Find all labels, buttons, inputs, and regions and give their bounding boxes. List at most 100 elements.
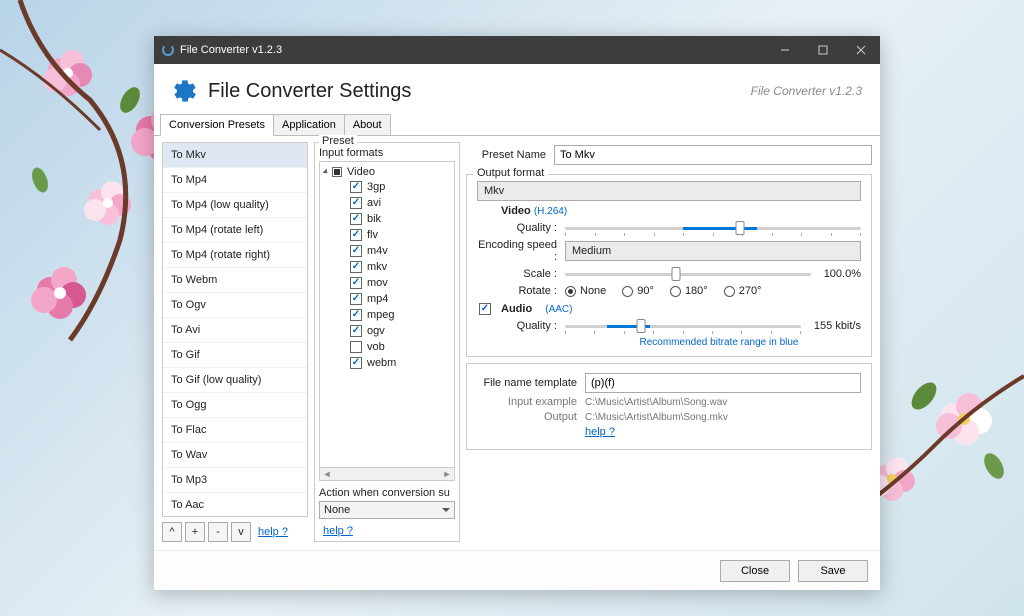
preset-legend: Preset: [319, 136, 357, 147]
content: To MkvTo Mp4To Mp4 (low quality)To Mp4 (…: [154, 136, 880, 550]
preset-item[interactable]: To Gif: [163, 343, 307, 368]
minimize-button[interactable]: [766, 36, 804, 64]
right-column: Preset Name Output format Mkv Video (H.2…: [466, 142, 872, 542]
radio-icon: [622, 286, 633, 297]
preset-list[interactable]: To MkvTo Mp4To Mp4 (low quality)To Mp4 (…: [162, 142, 308, 517]
format-item[interactable]: ogv: [322, 323, 452, 339]
version-label: File Converter v1.2.3: [751, 84, 862, 98]
preset-item[interactable]: To Wav: [163, 443, 307, 468]
preset-item[interactable]: To Avi: [163, 318, 307, 343]
maximize-button[interactable]: [804, 36, 842, 64]
preset-item[interactable]: To Mp4 (rotate left): [163, 218, 307, 243]
format-item[interactable]: vob: [322, 339, 452, 355]
audio-quality-value: 155 kbit/s: [801, 320, 861, 332]
format-checkbox[interactable]: [350, 245, 362, 257]
tab-conversion-presets[interactable]: Conversion Presets: [160, 114, 274, 136]
input-example-value: C:\Music\Artist\Album\Song.wav: [585, 397, 861, 408]
horizontal-scrollbar[interactable]: ◄ ►: [319, 467, 455, 481]
input-formats-tree[interactable]: Video 3gp avibikflvm4vmkvmov mp4 mpeg ogv vob…: [319, 161, 455, 468]
scale-slider[interactable]: [565, 266, 811, 282]
app-window: File Converter v1.2.3 File Converter Set…: [154, 36, 880, 590]
format-checkbox[interactable]: [350, 277, 362, 289]
preset-item[interactable]: To Ogv: [163, 293, 307, 318]
rotate-option[interactable]: 180°: [670, 285, 708, 297]
tree-root-label: Video: [347, 166, 375, 178]
preset-name-input[interactable]: [554, 145, 872, 165]
format-checkbox[interactable]: [350, 309, 362, 321]
format-label: mp4: [367, 293, 388, 305]
filename-input[interactable]: [585, 373, 861, 393]
format-item[interactable]: mpeg: [322, 307, 452, 323]
audio-quality-slider[interactable]: [565, 318, 801, 334]
preset-item[interactable]: To Mp3: [163, 468, 307, 493]
format-label: webm: [367, 357, 396, 369]
format-item[interactable]: mp4: [322, 291, 452, 307]
format-checkbox[interactable]: [350, 181, 362, 193]
format-label: ogv: [367, 325, 385, 337]
preset-help-link[interactable]: help ?: [258, 526, 288, 538]
output-format-value: Mkv: [484, 185, 504, 197]
save-button[interactable]: Save: [798, 560, 868, 582]
close-dialog-button[interactable]: Close: [720, 560, 790, 582]
rotate-option[interactable]: None: [565, 285, 606, 297]
filename-label: File name template: [477, 377, 585, 389]
rotate-radio-group: None 90° 180° 270°: [565, 285, 861, 297]
preset-item[interactable]: To Aac: [163, 493, 307, 517]
format-checkbox[interactable]: [350, 197, 362, 209]
preset-add-button[interactable]: +: [185, 522, 205, 542]
preset-item[interactable]: To Webm: [163, 268, 307, 293]
format-checkbox[interactable]: [350, 213, 362, 225]
preset-item[interactable]: To Flac: [163, 418, 307, 443]
tab-about[interactable]: About: [344, 114, 391, 136]
preset-delete-button[interactable]: -: [208, 522, 228, 542]
bitrate-hint: Recommended bitrate range in blue: [577, 337, 861, 348]
format-label: 3gp: [367, 181, 385, 193]
format-item[interactable]: mkv: [322, 259, 452, 275]
mid-help-link[interactable]: help ?: [323, 525, 455, 537]
output-example-value: C:\Music\Artist\Album\Song.mkv: [585, 412, 861, 423]
preset-column: To MkvTo Mp4To Mp4 (low quality)To Mp4 (…: [162, 142, 308, 542]
preset-item[interactable]: To Ogg: [163, 393, 307, 418]
encoding-speed-select[interactable]: Medium: [565, 241, 861, 261]
scroll-right-icon[interactable]: ►: [440, 469, 454, 479]
rotate-option[interactable]: 90°: [622, 285, 654, 297]
format-item[interactable]: avi: [322, 195, 452, 211]
format-item[interactable]: bik: [322, 211, 452, 227]
preset-item[interactable]: To Mkv: [163, 143, 307, 168]
scroll-left-icon[interactable]: ◄: [320, 469, 334, 479]
tree-root-video[interactable]: Video: [322, 165, 452, 179]
action-select-value: None: [324, 504, 350, 516]
format-checkbox[interactable]: [350, 341, 362, 353]
format-checkbox[interactable]: [350, 357, 362, 369]
format-checkbox[interactable]: [350, 293, 362, 305]
audio-checkbox[interactable]: [479, 303, 491, 315]
preset-move-down-button[interactable]: v: [231, 522, 251, 542]
preset-item[interactable]: To Mp4 (rotate right): [163, 243, 307, 268]
tab-application[interactable]: Application: [273, 114, 345, 136]
action-label: Action when conversion su: [319, 487, 450, 499]
output-format-select[interactable]: Mkv: [477, 181, 861, 201]
format-item[interactable]: mov: [322, 275, 452, 291]
action-select[interactable]: None: [319, 501, 455, 519]
preset-item[interactable]: To Gif (low quality): [163, 368, 307, 393]
format-checkbox[interactable]: [350, 261, 362, 273]
format-checkbox[interactable]: [350, 325, 362, 337]
preset-move-up-button[interactable]: ^: [162, 522, 182, 542]
filename-help-link[interactable]: help ?: [585, 426, 615, 438]
format-label: vob: [367, 341, 385, 353]
preset-name-label: Preset Name: [466, 149, 554, 161]
rotate-option[interactable]: 270°: [724, 285, 762, 297]
video-quality-slider[interactable]: [565, 220, 861, 236]
format-item[interactable]: m4v: [322, 243, 452, 259]
output-example-label: Output: [477, 411, 585, 423]
scale-value: 100.0%: [811, 268, 861, 280]
format-checkbox[interactable]: [350, 229, 362, 241]
preset-item[interactable]: To Mp4 (low quality): [163, 193, 307, 218]
format-item[interactable]: 3gp: [322, 179, 452, 195]
close-button[interactable]: [842, 36, 880, 64]
format-item[interactable]: flv: [322, 227, 452, 243]
format-item[interactable]: webm: [322, 355, 452, 371]
rotate-label: Rotate :: [477, 285, 565, 297]
tristate-checkbox[interactable]: [332, 167, 342, 177]
preset-item[interactable]: To Mp4: [163, 168, 307, 193]
